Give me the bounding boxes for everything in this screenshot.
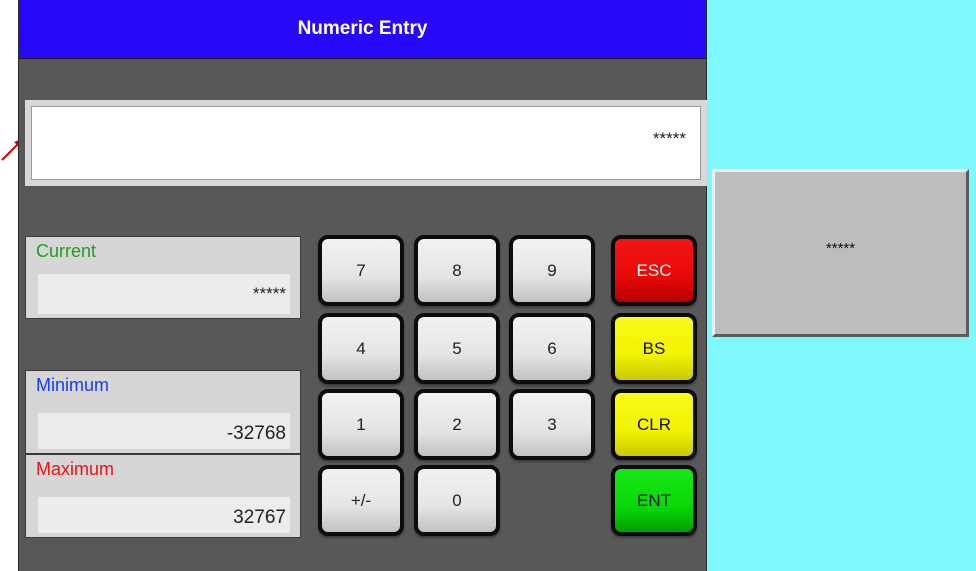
key-3[interactable]: 3 xyxy=(509,389,595,460)
key-9[interactable]: 9 xyxy=(509,235,595,306)
current-value-box: Current ***** xyxy=(25,236,301,319)
key-8[interactable]: 8 xyxy=(414,235,500,306)
dialog-title: Numeric Entry xyxy=(19,0,706,59)
escape-button[interactable]: ESC xyxy=(611,235,697,306)
backspace-button[interactable]: BS xyxy=(611,313,697,384)
enter-button[interactable]: ENT xyxy=(611,465,697,536)
key-0[interactable]: 0 xyxy=(414,465,500,536)
minimum-value: -32768 xyxy=(38,413,290,449)
key-1[interactable]: 1 xyxy=(318,389,404,460)
key-2[interactable]: 2 xyxy=(414,389,500,460)
maximum-label: Maximum xyxy=(36,459,115,479)
plus-minus-button[interactable]: +/- xyxy=(318,465,404,536)
minimum-value-box: Minimum -32768 xyxy=(25,370,301,454)
side-value-button[interactable]: ***** xyxy=(712,169,969,337)
minimum-label: Minimum xyxy=(36,375,110,395)
maximum-value: 32767 xyxy=(38,497,290,533)
maximum-value-box: Maximum 32767 xyxy=(25,454,301,538)
key-7[interactable]: 7 xyxy=(318,235,404,306)
entry-display-frame: ***** xyxy=(25,100,707,186)
numeric-entry-dialog: Numeric Entry ***** Current ***** Minimu… xyxy=(18,0,707,571)
key-5[interactable]: 5 xyxy=(414,313,500,384)
entry-display-field[interactable]: ***** xyxy=(31,106,701,180)
current-value: ***** xyxy=(38,274,290,314)
key-4[interactable]: 4 xyxy=(318,313,404,384)
clear-button[interactable]: CLR xyxy=(611,389,697,460)
current-label: Current xyxy=(36,241,97,261)
key-6[interactable]: 6 xyxy=(509,313,595,384)
